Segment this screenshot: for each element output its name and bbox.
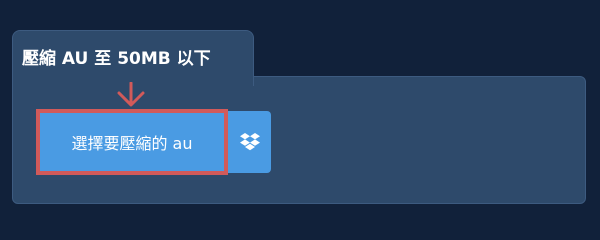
tab-join: [13, 75, 253, 79]
dropbox-button[interactable]: [228, 111, 271, 173]
choose-file-button[interactable]: 選擇要壓縮的 au: [36, 109, 228, 175]
choose-file-label: 選擇要壓縮的 au: [71, 134, 193, 153]
panel-title: 壓縮 AU 至 50MB 以下: [22, 49, 211, 69]
dropbox-icon: [239, 133, 260, 151]
arrow-down-icon: [117, 82, 145, 107]
